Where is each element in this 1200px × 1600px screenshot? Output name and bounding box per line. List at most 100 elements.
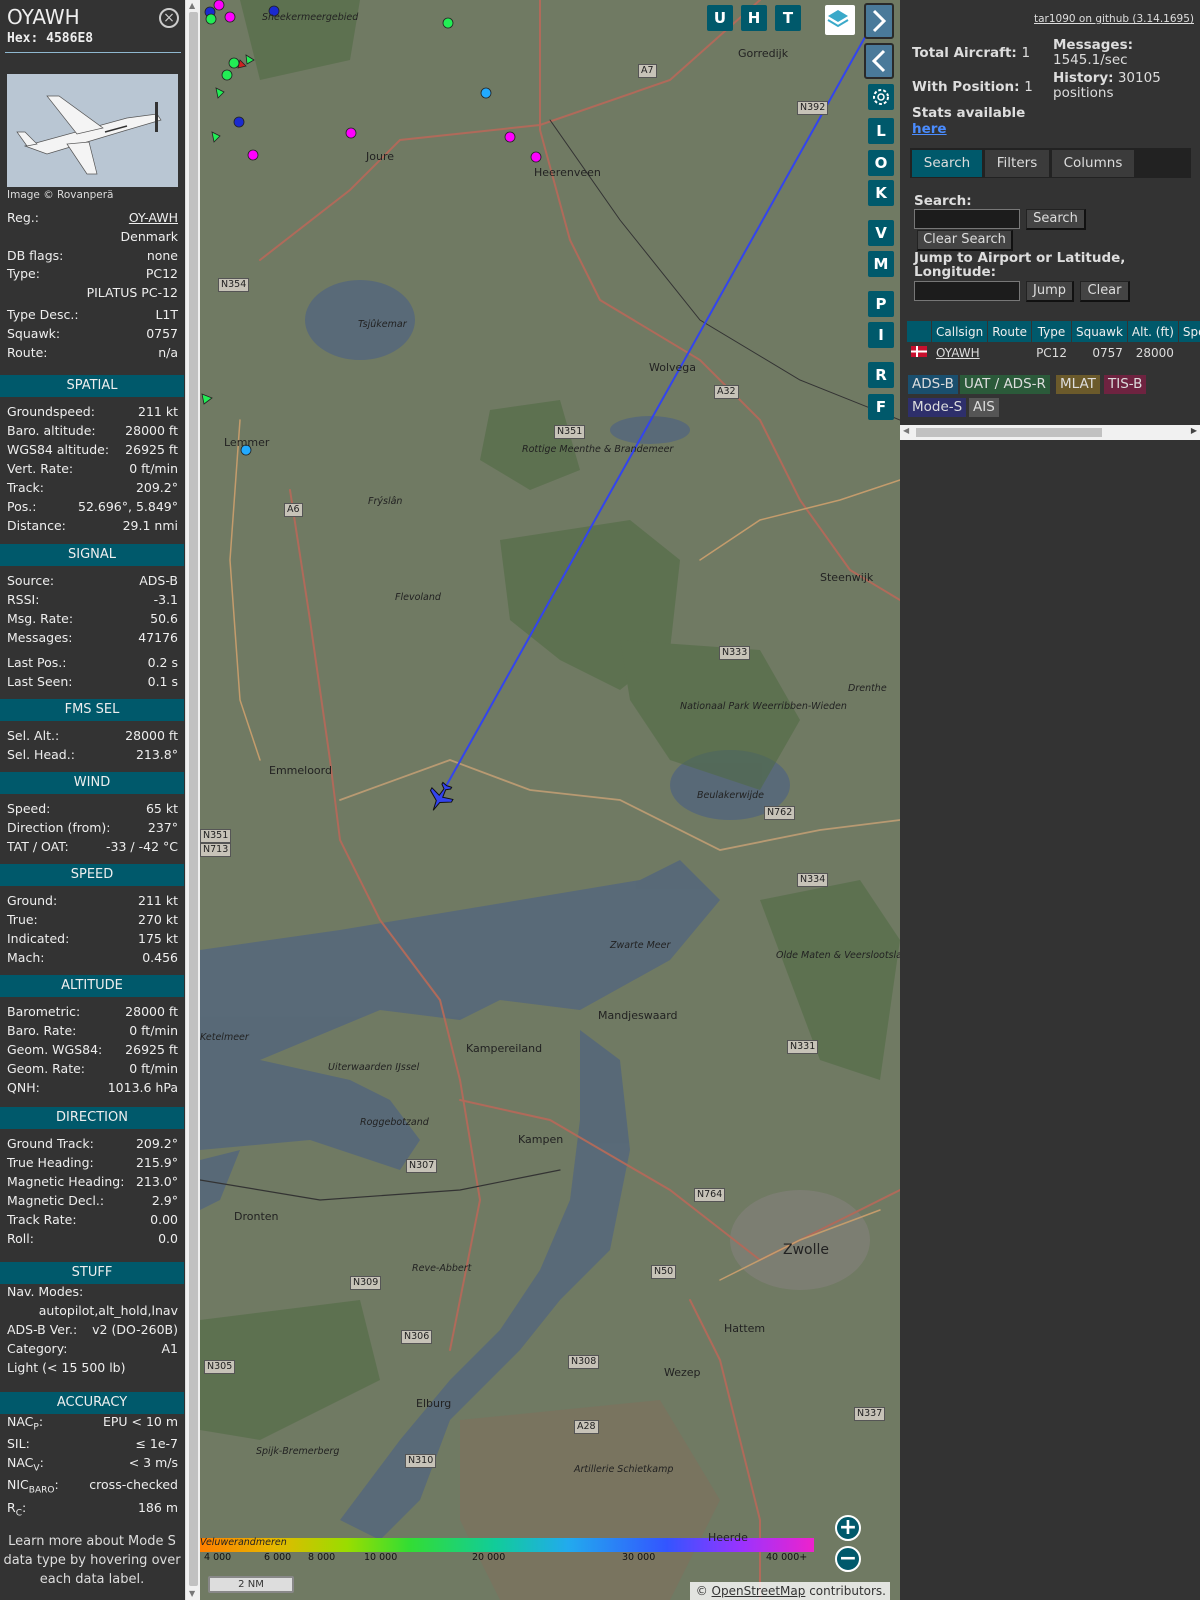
section-header-direction[interactable]: DIRECTION	[0, 1107, 184, 1129]
map-button-i[interactable]: I	[868, 322, 894, 348]
info-row-label[interactable]: Track Rate:	[7, 1212, 77, 1227]
column-header-altitude[interactable]: Alt. (ft)	[1126, 320, 1179, 343]
map-button-l[interactable]: L	[868, 118, 894, 144]
info-row-label[interactable]: Baro. altitude:	[7, 423, 96, 438]
section-header-altitude[interactable]: ALTITUDE	[0, 975, 184, 997]
info-row-label[interactable]: WGS84 altitude:	[7, 442, 109, 457]
info-row-label[interactable]: Messages:	[7, 630, 73, 645]
info-row-label[interactable]: RC:	[7, 1500, 26, 1519]
jump-input[interactable]	[914, 281, 1020, 301]
info-row-value[interactable]: OY-AWH	[129, 210, 178, 225]
info-row-label[interactable]: Pos.:	[7, 499, 36, 514]
github-link[interactable]: tar1090 on github (3.14.1695)	[1034, 13, 1194, 25]
info-row-label[interactable]: Type:	[7, 266, 40, 281]
map-button-h[interactable]: H	[741, 5, 767, 31]
column-header-flag[interactable]	[906, 320, 932, 343]
expand-sidebar-icon[interactable]	[864, 3, 894, 39]
info-row-label[interactable]: True:	[7, 912, 38, 927]
info-row-label[interactable]: NICBARO:	[7, 1477, 59, 1496]
tab-search[interactable]: Search	[912, 150, 982, 177]
osm-link[interactable]: OpenStreetMap	[712, 1584, 806, 1598]
search-input[interactable]	[914, 209, 1020, 229]
map-button-v[interactable]: V	[868, 220, 894, 246]
info-row-label[interactable]: Track:	[7, 480, 44, 495]
hscroll-thumb[interactable]	[916, 428, 1102, 437]
info-row-label[interactable]: NACP:	[7, 1414, 43, 1433]
map-button-m[interactable]: M	[868, 251, 894, 277]
section-header-fms[interactable]: FMS SEL	[0, 699, 184, 721]
scroll-left-icon[interactable]: ◀	[903, 426, 909, 435]
info-row-label[interactable]: True Heading:	[7, 1155, 94, 1170]
layers-icon[interactable]	[825, 5, 855, 35]
info-row-label[interactable]: RSSI:	[7, 592, 39, 607]
info-row-label[interactable]: Vert. Rate:	[7, 461, 73, 476]
info-row-label[interactable]: Last Seen:	[7, 674, 72, 689]
map-button-o[interactable]: O	[868, 150, 894, 176]
map-button-f[interactable]: F	[868, 394, 894, 420]
info-row-label[interactable]: NACV:	[7, 1455, 44, 1474]
section-header-spatial[interactable]: SPATIAL	[0, 375, 184, 397]
map-button-t[interactable]: T	[775, 5, 801, 31]
scroll-right-icon[interactable]: ▶	[1191, 426, 1197, 435]
scrollbar-thumb[interactable]	[189, 12, 198, 1586]
info-row-label[interactable]: Source:	[7, 573, 54, 588]
info-row-label[interactable]: Sel. Head.:	[7, 747, 75, 762]
scroll-up-icon[interactable]: ▲	[189, 1, 195, 11]
info-row-label[interactable]: Route:	[7, 345, 48, 360]
section-header-accuracy[interactable]: ACCURACY	[0, 1392, 184, 1414]
close-icon[interactable]: ×	[159, 8, 179, 28]
column-header-type[interactable]: Type	[1031, 320, 1072, 343]
info-row-label[interactable]: Type Desc.:	[7, 307, 79, 322]
info-row-label[interactable]: Magnetic Decl.:	[7, 1193, 104, 1208]
info-panel-scrollbar[interactable]: ▲ ▼	[185, 0, 200, 1600]
info-row-label[interactable]: SIL:	[7, 1436, 30, 1451]
aircraft-photo[interactable]	[7, 74, 178, 187]
info-row-label[interactable]: Baro. Rate:	[7, 1023, 76, 1038]
map[interactable]: Gorredijk Joure Heerenveen Wolvega Lemmer Ste…	[200, 0, 900, 1600]
zoom-out-button[interactable]: −	[835, 1546, 861, 1572]
map-button-k[interactable]: K	[868, 180, 894, 206]
info-row-label[interactable]: TAT / OAT:	[7, 839, 69, 854]
info-row-label[interactable]: Groundspeed:	[7, 404, 95, 419]
info-row-label[interactable]: Ground:	[7, 893, 57, 908]
info-row-label[interactable]: Reg.:	[7, 210, 39, 225]
zoom-in-button[interactable]: +	[835, 1515, 861, 1541]
tab-columns[interactable]: Columns	[1052, 150, 1134, 177]
scroll-down-icon[interactable]: ▼	[189, 1589, 195, 1599]
table-row[interactable]: OYAWH PC12 0757 28000	[906, 342, 1200, 363]
info-row-label[interactable]: Roll:	[7, 1231, 34, 1246]
info-row-label[interactable]: DB flags:	[7, 248, 63, 263]
info-row-label[interactable]: Distance:	[7, 518, 66, 533]
row-callsign[interactable]: OYAWH	[930, 342, 989, 363]
section-header-wind[interactable]: WIND	[0, 772, 184, 794]
info-row-label[interactable]: Mach:	[7, 950, 44, 965]
info-row-label[interactable]: Light (< 15 500 lb)	[7, 1360, 126, 1375]
section-header-signal[interactable]: SIGNAL	[0, 544, 184, 566]
column-header-speed[interactable]: Spd.	[1177, 320, 1200, 343]
clear-search-button[interactable]: Clear Search	[917, 230, 1013, 251]
jump-button[interactable]: Jump	[1026, 281, 1074, 302]
section-header-speed[interactable]: SPEED	[0, 864, 184, 886]
info-row-label[interactable]: Category:	[7, 1341, 67, 1356]
settings-gear-icon[interactable]	[868, 84, 894, 110]
info-row-label[interactable]: Speed:	[7, 801, 50, 816]
info-row-label[interactable]: Barometric:	[7, 1004, 80, 1019]
column-header-squawk[interactable]: Squawk	[1070, 320, 1128, 343]
info-row-label[interactable]: Ground Track:	[7, 1136, 94, 1151]
table-horizontal-scrollbar[interactable]: ◀ ▶	[900, 425, 1200, 440]
info-row-label[interactable]: ADS-B Ver.:	[7, 1322, 77, 1337]
search-button[interactable]: Search	[1026, 209, 1086, 230]
map-button-u[interactable]: U	[707, 5, 733, 31]
info-row-label[interactable]: Sel. Alt.:	[7, 728, 59, 743]
info-row-label[interactable]: Direction (from):	[7, 820, 111, 835]
info-row-label[interactable]: Nav. Modes:	[7, 1284, 83, 1299]
map-button-p[interactable]: P	[868, 291, 894, 317]
collapse-sidebar-icon[interactable]	[864, 43, 894, 79]
info-row-label[interactable]: Indicated:	[7, 931, 69, 946]
info-row-label[interactable]: Msg. Rate:	[7, 611, 73, 626]
clear-jump-button[interactable]: Clear	[1080, 281, 1130, 302]
info-row-label[interactable]: Magnetic Heading:	[7, 1174, 124, 1189]
info-row-label[interactable]: Last Pos.:	[7, 655, 66, 670]
info-row-label[interactable]: QNH:	[7, 1080, 40, 1095]
section-header-stuff[interactable]: STUFF	[0, 1262, 184, 1284]
